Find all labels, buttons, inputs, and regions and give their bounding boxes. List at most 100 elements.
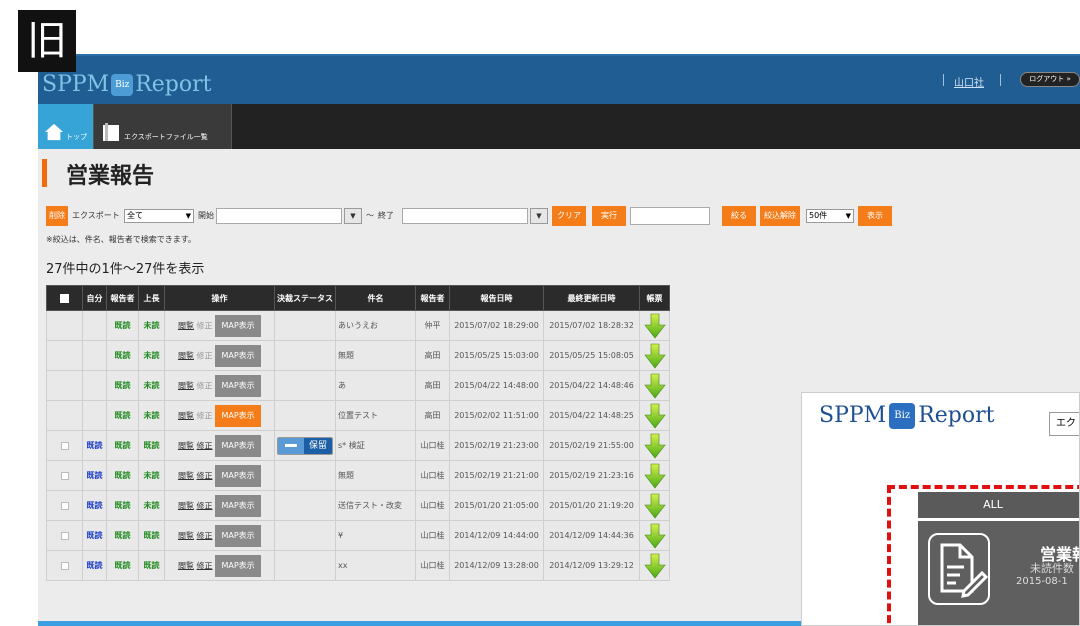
view-link[interactable]: 閲覧 bbox=[178, 561, 194, 570]
start-date-dropdown-button[interactable]: ▼ bbox=[344, 208, 362, 224]
table-row[interactable]: 既読 既読 既読 閲覧 修正 MAP表示 保留 s* 検証 山口桂 2015/02/19 21… bbox=[46, 430, 671, 461]
row-checkbox-cell[interactable] bbox=[46, 370, 83, 401]
form-download-cell[interactable] bbox=[639, 370, 671, 401]
map-button[interactable]: MAP表示 bbox=[215, 404, 262, 427]
table-row[interactable]: 既読 未読 閲覧 修正 MAP表示あ高田 2015/04/22 14:48:00 201… bbox=[46, 370, 671, 401]
row-checkbox-cell[interactable] bbox=[46, 340, 83, 371]
status-badge[interactable]: 保留 bbox=[277, 436, 334, 455]
edit-link[interactable]: 修正 bbox=[197, 321, 213, 330]
brand-logo[interactable]: SPPM Biz Report bbox=[42, 72, 211, 97]
row-checkbox-cell[interactable] bbox=[46, 460, 83, 491]
form-download-cell[interactable] bbox=[639, 400, 671, 431]
map-button[interactable]: MAP表示 bbox=[215, 434, 262, 457]
table-row[interactable]: 既読 既読 未読 閲覧 修正 MAP表示 送信テスト・改変 山口桂 2015/01/20 2… bbox=[46, 490, 671, 521]
display-button[interactable]: 表示 bbox=[858, 206, 892, 226]
edit-link[interactable]: 修正 bbox=[197, 561, 213, 570]
form-download-cell[interactable] bbox=[639, 340, 671, 371]
download-arrow-icon[interactable] bbox=[643, 493, 666, 519]
form-download-cell[interactable] bbox=[639, 490, 671, 521]
view-link[interactable]: 閲覧 bbox=[178, 501, 194, 510]
form-download-cell[interactable] bbox=[639, 460, 671, 491]
dropdown-arrow-icon: ▼ bbox=[185, 212, 191, 220]
edit-link[interactable]: 修正 bbox=[197, 531, 213, 540]
user-link[interactable]: 山口社 bbox=[954, 74, 984, 89]
row-checkbox-cell[interactable] bbox=[46, 490, 83, 521]
row-checkbox-cell[interactable] bbox=[46, 550, 83, 581]
view-link[interactable]: 閲覧 bbox=[178, 321, 194, 330]
form-download-cell[interactable] bbox=[639, 310, 671, 341]
download-arrow-icon[interactable] bbox=[643, 403, 666, 429]
view-link[interactable]: 閲覧 bbox=[178, 411, 194, 420]
edit-link[interactable]: 修正 bbox=[197, 351, 213, 360]
form-download-cell[interactable] bbox=[639, 550, 671, 581]
start-date-input[interactable] bbox=[216, 208, 342, 224]
row-checkbox[interactable] bbox=[60, 561, 69, 570]
table-row[interactable]: 既読 既読 既読 閲覧 修正 MAP表示 ¥ 山口桂 2014/12/09 14:44:00… bbox=[46, 520, 671, 551]
view-link[interactable]: 閲覧 bbox=[178, 351, 194, 360]
row-checkbox-cell[interactable] bbox=[46, 520, 83, 551]
preview-all-tab[interactable]: ALL bbox=[918, 492, 1079, 518]
download-arrow-icon[interactable] bbox=[643, 313, 666, 339]
execute-button[interactable]: 実行 bbox=[592, 206, 626, 226]
map-button[interactable]: MAP表示 bbox=[215, 464, 262, 487]
table-row[interactable]: 既読 未読 閲覧 修正 MAP表示 位置テスト 高田 2015/02/02 11:51:0… bbox=[46, 400, 671, 431]
operations-cell: 閲覧 修正 MAP表示 bbox=[164, 310, 275, 341]
preview-export-select[interactable]: エク bbox=[1049, 412, 1079, 436]
export-label: エクスポート bbox=[72, 211, 120, 220]
download-arrow-icon[interactable] bbox=[643, 433, 666, 459]
table-row[interactable]: 既読 未読 閲覧 修正 MAP表示 無題 高田 2015/05/25 15:03:00 20… bbox=[46, 340, 671, 371]
reporter-read-status: 既読 bbox=[106, 550, 139, 581]
document-edit-icon bbox=[928, 533, 990, 605]
map-button[interactable]: MAP表示 bbox=[215, 524, 262, 547]
reset-filter-button[interactable]: 絞込解除 bbox=[760, 206, 800, 226]
form-download-cell[interactable] bbox=[639, 430, 671, 461]
map-button[interactable]: MAP表示 bbox=[215, 344, 262, 367]
preview-report-card[interactable]: 営業報 未読件数 2015-08-1 bbox=[918, 521, 1079, 625]
row-checkbox[interactable] bbox=[60, 441, 69, 450]
table-row[interactable]: 既読 既読 既読 閲覧 修正 MAP表示 xx 山口桂 2014/12/09 13:28:0… bbox=[46, 550, 671, 581]
download-arrow-icon[interactable] bbox=[643, 343, 666, 369]
narrow-button[interactable]: 絞る bbox=[722, 206, 756, 226]
nav-item-export-files[interactable]: エクスポートファイル一覧 bbox=[94, 104, 232, 149]
select-all-header[interactable] bbox=[46, 285, 83, 311]
delete-button[interactable]: 削除 bbox=[46, 206, 68, 226]
map-button[interactable]: MAP表示 bbox=[215, 374, 262, 397]
view-link[interactable]: 閲覧 bbox=[178, 531, 194, 540]
map-button[interactable]: MAP表示 bbox=[215, 314, 262, 337]
edit-link[interactable]: 修正 bbox=[197, 441, 213, 450]
reported-datetime-cell: 2015/04/22 14:48:00 bbox=[449, 370, 545, 401]
map-button[interactable]: MAP表示 bbox=[215, 494, 262, 517]
view-link[interactable]: 閲覧 bbox=[178, 471, 194, 480]
download-arrow-icon[interactable] bbox=[643, 553, 666, 579]
map-button[interactable]: MAP表示 bbox=[215, 554, 262, 577]
download-arrow-icon[interactable] bbox=[643, 373, 666, 399]
table-row[interactable]: 既読 未読 閲覧 修正 MAP表示 あいうえお 仲平 2015/07/02 18:29:0… bbox=[46, 310, 671, 341]
form-download-cell[interactable] bbox=[639, 520, 671, 551]
table-row[interactable]: 既読 既読 未読 閲覧 修正 MAP表示 無題 山口桂 2015/02/19 21:21:0… bbox=[46, 460, 671, 491]
edit-link[interactable]: 修正 bbox=[197, 411, 213, 420]
row-checkbox[interactable] bbox=[60, 471, 69, 480]
select-all-checkbox[interactable] bbox=[60, 293, 69, 303]
nav-item-top[interactable]: トップ bbox=[38, 104, 94, 149]
export-select[interactable]: 全て ▼ bbox=[124, 209, 194, 223]
view-link[interactable]: 閲覧 bbox=[178, 381, 194, 390]
edit-link[interactable]: 修正 bbox=[197, 501, 213, 510]
row-checkbox-cell[interactable] bbox=[46, 430, 83, 461]
logout-button[interactable]: ログアウト » bbox=[1020, 72, 1080, 87]
end-date-dropdown-button[interactable]: ▼ bbox=[530, 208, 548, 224]
download-arrow-icon[interactable] bbox=[643, 463, 666, 489]
view-link[interactable]: 閲覧 bbox=[178, 441, 194, 450]
end-date-input[interactable] bbox=[402, 208, 528, 224]
subject-cell: s* 検証 bbox=[335, 430, 417, 461]
row-checkbox-cell[interactable] bbox=[46, 400, 83, 431]
row-checkbox[interactable] bbox=[60, 531, 69, 540]
clear-button[interactable]: クリア bbox=[552, 206, 586, 226]
edit-link[interactable]: 修正 bbox=[197, 471, 213, 480]
edit-link[interactable]: 修正 bbox=[197, 381, 213, 390]
keyword-input[interactable] bbox=[630, 207, 710, 225]
download-arrow-icon[interactable] bbox=[643, 523, 666, 549]
row-checkbox[interactable] bbox=[60, 501, 69, 510]
row-checkbox-cell[interactable] bbox=[46, 310, 83, 341]
per-page-select[interactable]: 50件 ▼ bbox=[806, 209, 854, 223]
operations-cell: 閲覧 修正 MAP表示 bbox=[164, 520, 275, 551]
